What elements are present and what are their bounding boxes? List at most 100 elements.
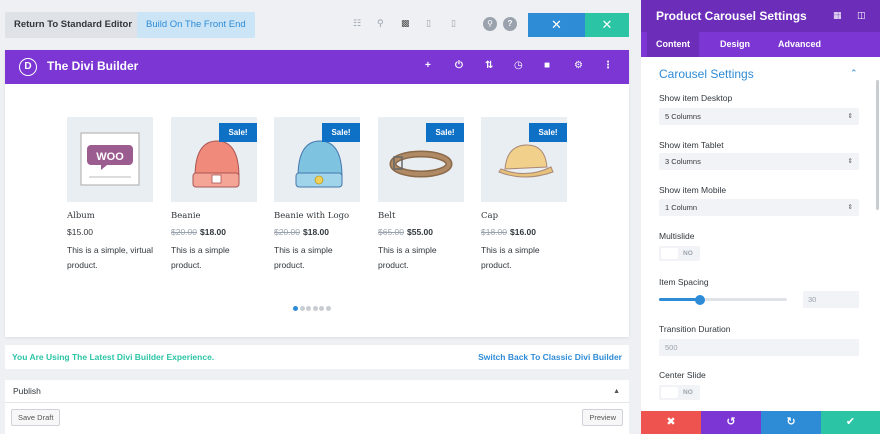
phone-icon[interactable]: ▯: [451, 18, 456, 29]
field-label: Show item Mobile: [659, 185, 727, 195]
product-description: This is a simple product.: [171, 245, 230, 270]
close-icon[interactable]: ✕: [528, 13, 585, 37]
caret-up-icon[interactable]: ▲: [613, 380, 620, 403]
product-description: This is a simple product.: [481, 245, 540, 270]
search-icon[interactable]: ⚲: [483, 17, 497, 31]
close-icon[interactable]: ✕: [585, 13, 629, 37]
select-arrows-icon: ⇕: [847, 158, 853, 165]
add-icon[interactable]: +: [425, 60, 431, 71]
return-to-standard-editor-button[interactable]: Return To Standard Editor: [5, 12, 142, 38]
field-label: Show item Tablet: [659, 140, 724, 150]
power-icon[interactable]: ⏻: [455, 60, 463, 71]
trash-icon[interactable]: ■: [544, 60, 550, 71]
panel-tabs: Content Design Advanced: [641, 32, 880, 57]
product-image[interactable]: WOO: [67, 117, 153, 202]
preview-button[interactable]: Preview: [582, 409, 623, 426]
product-description: This is a simple product.: [378, 245, 437, 270]
product-name[interactable]: Album: [67, 211, 153, 221]
select-arrows-icon: ⇕: [847, 113, 853, 120]
sale-badge: Sale!: [219, 123, 257, 142]
product-image[interactable]: Sale!: [378, 117, 464, 202]
wireframe-icon[interactable]: ☷: [353, 18, 361, 29]
center-slide-toggle[interactable]: NO: [659, 385, 700, 400]
zoom-icon[interactable]: ⚲: [377, 18, 384, 29]
product-price: $20.00 $18.00: [171, 227, 226, 237]
gear-icon[interactable]: ⚙: [574, 60, 583, 71]
tab-advanced[interactable]: Advanced: [769, 32, 830, 57]
panel-title: Product Carousel Settings: [656, 9, 807, 23]
more-icon[interactable]: ⋮: [603, 60, 613, 71]
slider-fill: [659, 298, 700, 301]
product-card[interactable]: Sale! Cap $18.00 $16.00 This is a simple …: [481, 117, 567, 273]
top-toolbar: Return To Standard Editor Build On The F…: [0, 0, 641, 50]
latest-builder-notice: You Are Using The Latest Divi Builder Ex…: [12, 352, 215, 362]
tab-content[interactable]: Content: [647, 32, 699, 57]
chevron-up-icon[interactable]: ⌃: [850, 68, 858, 79]
sale-badge: Sale!: [529, 123, 567, 142]
product-name[interactable]: Beanie: [171, 211, 257, 221]
product-image[interactable]: Sale!: [171, 117, 257, 202]
tab-design[interactable]: Design: [711, 32, 759, 57]
field-label: Show item Desktop: [659, 93, 733, 103]
switch-classic-builder-link[interactable]: Switch Back To Classic Divi Builder: [478, 345, 622, 369]
item-spacing-input[interactable]: 30: [803, 291, 859, 308]
redo-icon[interactable]: ↻: [761, 411, 821, 434]
product-description: This is a simple product.: [274, 245, 333, 270]
divi-logo: D: [19, 58, 37, 76]
multislide-toggle[interactable]: NO: [659, 246, 700, 261]
carousel-dot[interactable]: [306, 306, 311, 311]
history-icon[interactable]: ◷: [514, 60, 523, 71]
builder-notice: You Are Using The Latest Divi Builder Ex…: [5, 345, 629, 369]
panel-footer: ✖ ↺ ↻ ✔: [641, 411, 880, 434]
product-price: $15.00: [67, 227, 93, 237]
product-name[interactable]: Belt: [378, 211, 464, 221]
product-price: $65.00 $55.00: [378, 227, 433, 237]
carousel-dot[interactable]: [299, 306, 305, 311]
show-item-mobile-select[interactable]: 1 Column ⇕: [659, 199, 859, 216]
product-image[interactable]: Sale!: [481, 117, 567, 202]
transition-duration-input[interactable]: 500: [659, 339, 859, 356]
fullscreen-icon[interactable]: ▦: [833, 10, 842, 21]
field-label: Multislide: [659, 231, 695, 241]
sale-badge: Sale!: [322, 123, 360, 142]
product-card[interactable]: Sale! Beanie with Logo $20.00 $18.00 This…: [274, 117, 360, 273]
divi-builder: D The Divi Builder + ⏻ ⇅ ◷ ■ ⚙ ⋮ WOO Alb…: [5, 50, 629, 337]
product-card[interactable]: WOO Album $15.00 This is a simple, virtu…: [67, 117, 153, 273]
publish-header[interactable]: Publish ▲: [5, 380, 629, 403]
product-name[interactable]: Beanie with Logo: [274, 211, 360, 221]
field-label: Item Spacing: [659, 277, 709, 287]
show-item-desktop-select[interactable]: 5 Columns ⇕: [659, 108, 859, 125]
carousel-dots: [293, 298, 332, 316]
publish-box: Publish ▲ Save Draft Preview: [5, 380, 629, 434]
build-on-front-end-button[interactable]: Build On The Front End: [137, 12, 255, 38]
builder-title: The Divi Builder: [47, 59, 139, 73]
panel-header: Product Carousel Settings ▦ ◫: [641, 0, 880, 32]
panel-scrollbar[interactable]: [876, 80, 879, 210]
item-spacing-slider[interactable]: [659, 294, 787, 305]
carousel-dot[interactable]: [312, 306, 318, 311]
publish-title: Publish: [13, 386, 41, 396]
product-image[interactable]: Sale!: [274, 117, 360, 202]
save-draft-button[interactable]: Save Draft: [11, 409, 61, 426]
save-check-icon[interactable]: ✔: [821, 411, 880, 434]
product-name[interactable]: Cap: [481, 211, 567, 221]
tablet-icon[interactable]: ▯: [426, 18, 431, 29]
slider-thumb[interactable]: [695, 294, 705, 305]
product-card[interactable]: Sale! Belt $65.00 $55.00 This is a simple…: [378, 117, 464, 273]
undo-icon[interactable]: ↺: [701, 411, 761, 434]
product-card[interactable]: Sale! Beanie $20.00 $18.00 This is a simp…: [171, 117, 257, 273]
product-description: This is a simple, virtual product.: [67, 245, 153, 270]
sort-icon[interactable]: ⇅: [485, 60, 493, 71]
builder-header: D The Divi Builder + ⏻ ⇅ ◷ ■ ⚙ ⋮: [5, 50, 629, 84]
carousel-dot[interactable]: [293, 306, 298, 311]
product-price: $20.00 $18.00: [274, 227, 329, 237]
show-item-tablet-select[interactable]: 3 Columns ⇕: [659, 153, 859, 170]
carousel-dot[interactable]: [319, 306, 324, 311]
section-title[interactable]: Carousel Settings: [659, 67, 754, 81]
discard-icon[interactable]: ✖: [641, 411, 701, 434]
sidebar-toggle-icon[interactable]: ◫: [857, 10, 866, 21]
help-icon[interactable]: ?: [503, 17, 517, 31]
carousel-dot[interactable]: [325, 306, 331, 311]
settings-panel: Product Carousel Settings ▦ ◫ Content De…: [641, 0, 880, 434]
desktop-icon[interactable]: ▩: [401, 18, 410, 29]
